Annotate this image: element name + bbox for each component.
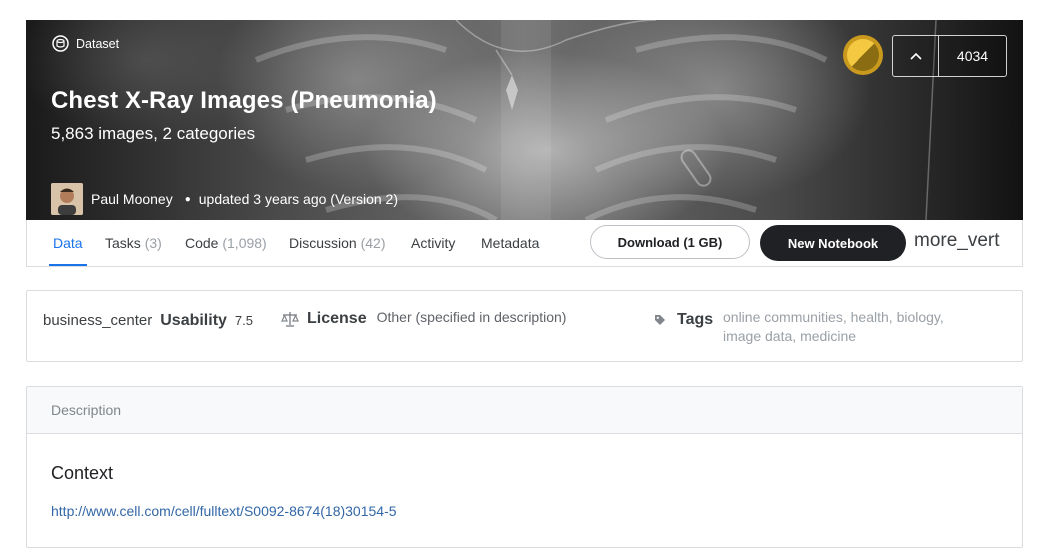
tab-count: (42) [360, 235, 386, 251]
tab-label: Activity [411, 235, 456, 251]
tab-label: Metadata [481, 235, 540, 251]
more-options-icon[interactable]: more_vert [914, 230, 1000, 252]
tab-tasks[interactable]: Tasks (3) [105, 220, 162, 266]
tag-link[interactable]: medicine [800, 328, 856, 344]
tag-separator: , [792, 328, 801, 344]
scale-icon [281, 312, 299, 327]
tab-metadata[interactable]: Metadata [481, 220, 539, 266]
tag-separator: , [842, 309, 851, 325]
tags-list-line-2: image data, medicine [723, 328, 856, 344]
tab-activity[interactable]: Activity [411, 220, 455, 266]
dataset-icon [52, 35, 69, 52]
gold-medal-icon [843, 35, 883, 75]
new-notebook-button[interactable]: New Notebook [760, 225, 906, 261]
tab-label: Discussion [289, 235, 357, 251]
tags-label: Tags [677, 311, 714, 328]
tags-list-line-1: online communities, health, biology, [723, 309, 944, 325]
business-center-icon: business_center [43, 312, 153, 329]
separator-dot: ● [184, 193, 191, 205]
tab-data[interactable]: Data [49, 220, 87, 266]
page-title: Chest X-Ray Images (Pneumonia) [51, 87, 437, 114]
tab-discussion[interactable]: Discussion (42) [289, 220, 386, 266]
tab-label: Tasks [105, 235, 141, 251]
page-subtitle: 5,863 images, 2 categories [51, 124, 256, 143]
chevron-up-icon [909, 52, 922, 60]
dataset-header-banner: Dataset Chest X-Ray Images (Pneumonia) 5… [26, 20, 1023, 220]
tag-link[interactable]: health [851, 309, 889, 325]
upvote-button[interactable] [893, 36, 939, 76]
upvote-count: 4034 [956, 48, 989, 64]
download-button[interactable]: Download (1 GB) [590, 225, 750, 259]
usability-section: business_center Usability 7.5 [43, 312, 253, 330]
upvote-widget: 4034 [892, 35, 1007, 77]
author-name[interactable]: Paul Mooney [91, 191, 173, 207]
tab-label: Code [185, 235, 219, 251]
dataset-tabs: Data Tasks (3) Code (1,098) Discussion (… [26, 220, 1023, 267]
tab-count: (3) [144, 235, 162, 251]
tag-link[interactable]: online communities [723, 309, 843, 325]
context-heading: Context [51, 463, 114, 483]
tab-code[interactable]: Code (1,098) [185, 220, 267, 266]
usability-label: Usability [160, 312, 227, 329]
description-header: Description [27, 387, 1022, 434]
dataset-type-label: Dataset [76, 36, 120, 51]
license-section: License Other (specified in description) [281, 309, 567, 328]
usability-score: 7.5 [234, 313, 253, 328]
paper-link[interactable]: http://www.cell.com/cell/fulltext/S0092-… [51, 503, 397, 519]
tag-link[interactable]: biology [897, 309, 940, 325]
updated-text: updated 3 years ago (Version 2) [198, 191, 399, 207]
medal-face [847, 39, 879, 71]
avatar-image [51, 183, 83, 215]
author-row: Paul Mooney ● updated 3 years ago (Versi… [51, 183, 398, 215]
dataset-type-tag: Dataset [52, 35, 119, 52]
description-panel: Description Context http://www.cell.com/… [26, 386, 1023, 548]
license-value: Other (specified in description) [376, 309, 567, 325]
tab-label: Data [53, 235, 83, 251]
tag-link[interactable]: image data [723, 328, 792, 344]
dataset-meta-panel: business_center Usability 7.5 License Ot… [26, 290, 1023, 362]
avatar[interactable] [51, 183, 83, 215]
license-label: License [307, 310, 367, 327]
tag-separator: , [888, 309, 897, 325]
tab-count: (1,098) [222, 235, 267, 251]
tag-icon [655, 315, 665, 325]
tag-separator: , [939, 309, 944, 325]
